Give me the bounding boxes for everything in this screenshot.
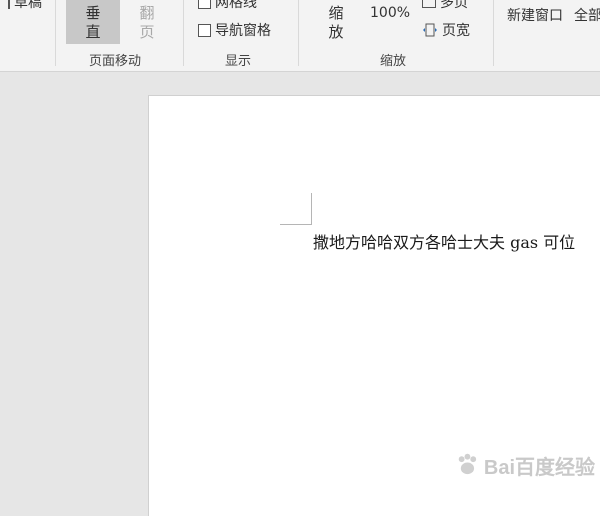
page-width-icon [423, 23, 437, 37]
vlabel-char: 直 [85, 23, 101, 41]
vertical-label: 垂直 [66, 0, 120, 42]
multiple-pages-label: 多页 [440, 0, 468, 11]
baidu-watermark: Bai百度经验 [455, 440, 595, 490]
draft-view-label: 草稿 [14, 0, 42, 11]
zoom-label: 缩放 [318, 4, 354, 42]
group-separator [298, 0, 299, 66]
page-width-label: 页宽 [442, 23, 470, 39]
navigation-pane-label: 导航窗格 [215, 23, 271, 39]
arrange-all-label: 全部 [574, 8, 600, 24]
vlabel-char: 垂 [85, 4, 101, 22]
ribbon-toolbar: 草稿 垂直 翻页 页面移动 网格线 导航窗格 显示 缩放 100% 多页 页宽 … [0, 0, 600, 72]
new-window-button[interactable]: 新建窗口 [507, 5, 563, 25]
gridlines-checkbox[interactable]: 网格线 [198, 0, 257, 12]
zlabel-char: 放 [328, 23, 344, 41]
flabel-char: 页 [139, 23, 155, 41]
new-window-label: 新建窗口 [507, 8, 563, 24]
document-body-text[interactable]: 撒地方哈哈双方各哈士大夫 gas 可位 [313, 229, 575, 253]
gridlines-label: 网格线 [215, 0, 257, 11]
group-separator [55, 0, 56, 66]
flabel-char: 翻 [139, 4, 155, 22]
arrange-all-button[interactable]: 全部 [574, 5, 600, 25]
navigation-pane-checkbox-box[interactable] [198, 23, 211, 37]
multiple-pages-icon [422, 0, 436, 8]
group-separator [493, 0, 494, 66]
margin-corner-mark-horizontal [280, 224, 311, 225]
zoom-100-label: 100% [370, 5, 411, 21]
page-movement-group-label: 页面移动 [89, 54, 142, 69]
draft-view-icon [0, 0, 10, 9]
paw-logo-icon [458, 453, 477, 475]
zoom-button[interactable]: 缩放 [318, 4, 354, 44]
flip-page-movement-button[interactable]: 翻页 [128, 0, 166, 44]
page-width-button[interactable]: 页宽 [422, 20, 470, 40]
zoom-100-button[interactable]: 100% [370, 5, 410, 21]
zlabel-char: 缩 [328, 4, 344, 22]
group-separator [183, 0, 184, 66]
gridlines-checkbox-box[interactable] [198, 0, 211, 9]
draft-view-button[interactable]: 草稿 [0, 0, 42, 12]
vertical-page-movement-button[interactable]: 垂直 [66, 0, 120, 44]
zoom-group-label: 缩放 [380, 54, 407, 69]
multiple-pages-button[interactable]: 多页 [422, 0, 468, 12]
flip-label: 翻页 [128, 0, 166, 42]
watermark-text: Bai百度经验 [483, 456, 595, 479]
navigation-pane-checkbox[interactable]: 导航窗格 [198, 20, 271, 40]
margin-corner-mark-vertical [311, 193, 312, 225]
show-group-label: 显示 [225, 54, 252, 69]
